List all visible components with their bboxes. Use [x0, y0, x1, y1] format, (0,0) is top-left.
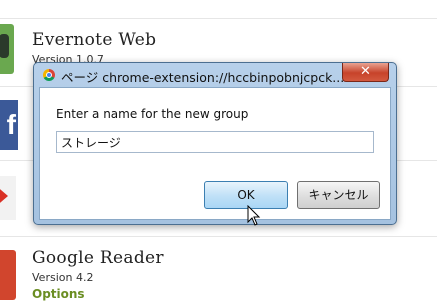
divider	[0, 18, 437, 19]
prompt-message: Enter a name for the new group	[56, 107, 249, 121]
ok-button[interactable]: OK	[204, 181, 288, 209]
chrome-icon	[43, 69, 55, 81]
dialog-title: ページ chrome-extension://hccbinpobnjcpck..…	[61, 70, 344, 85]
divider	[0, 236, 437, 237]
close-button[interactable]: ✕	[342, 63, 389, 82]
google-reader-icon	[0, 250, 16, 300]
cancel-button[interactable]: キャンセル	[297, 181, 380, 209]
mouse-pointer-icon	[247, 205, 261, 226]
facebook-icon: f	[0, 100, 18, 150]
extension-name-evernote: Evernote Web	[32, 30, 157, 50]
extension-name-google-reader: Google Reader	[32, 248, 164, 268]
extension-version-google-reader: Version 4.2	[32, 271, 94, 284]
group-name-input[interactable]	[56, 131, 374, 153]
dialog-body: Enter a name for the new group OK キャンセル	[39, 87, 391, 220]
extension-options-link[interactable]: Options	[32, 287, 85, 301]
evernote-icon	[0, 24, 14, 74]
gmail-icon	[0, 176, 16, 220]
prompt-dialog: ページ chrome-extension://hccbinpobnjcpck..…	[33, 62, 397, 225]
dialog-titlebar[interactable]: ページ chrome-extension://hccbinpobnjcpck..…	[34, 63, 396, 87]
